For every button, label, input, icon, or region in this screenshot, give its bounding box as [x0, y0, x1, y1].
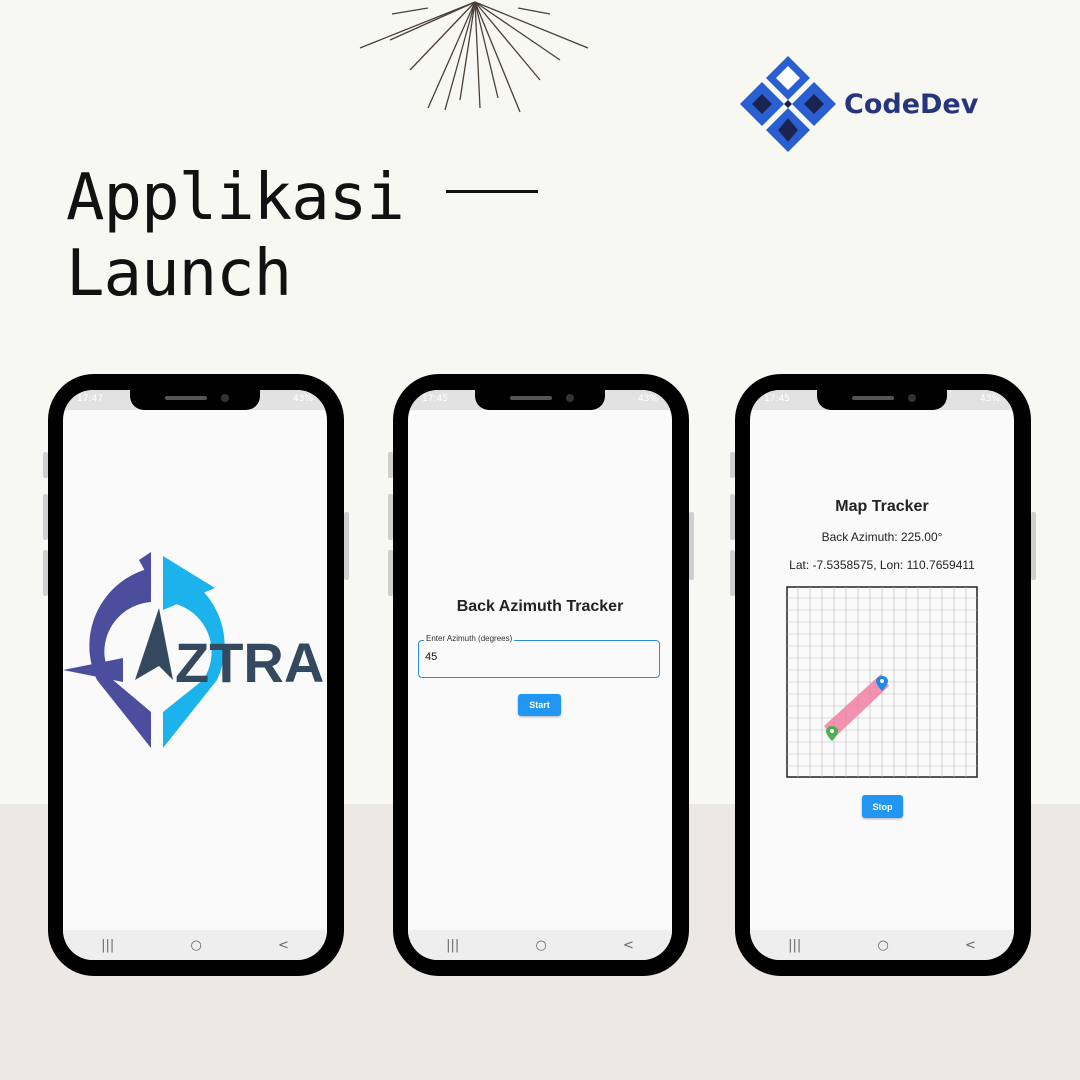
back-icon[interactable]: <: [278, 938, 289, 953]
home-icon[interactable]: ○: [535, 938, 546, 953]
start-button[interactable]: Start: [518, 694, 561, 716]
volume-button: [43, 550, 48, 596]
volume-button: [388, 550, 393, 596]
stop-button[interactable]: Stop: [862, 795, 903, 818]
page-title: Back Azimuth Tracker: [456, 598, 624, 615]
power-button: [1031, 512, 1036, 580]
nav-bar: ||| ○ <: [63, 930, 327, 960]
headline-line1: Applikasi: [66, 161, 405, 235]
volume-button: [730, 550, 735, 596]
aztra-logo: ZTRA: [63, 552, 324, 748]
phone-input: 17:45 43% Back Azimuth Tracker Enter Azi…: [388, 374, 694, 976]
screen: 17:45 43% Back Azimuth Tracker Enter Azi…: [408, 390, 672, 960]
screen: 17:47 43% ZTRA ||| ○ <: [63, 390, 327, 960]
nav-bar: ||| ○ <: [750, 930, 1014, 960]
headline-line2: Launch: [66, 237, 292, 311]
power-button: [689, 512, 694, 580]
codedev-logo-icon: [740, 56, 836, 152]
azimuth-field-label: Enter Azimuth (degrees): [424, 634, 515, 643]
status-time: 17:45: [422, 394, 448, 404]
volume-button: [730, 452, 735, 478]
recents-icon[interactable]: |||: [788, 938, 801, 953]
screen: 17:45 43% Map Tracker Back Azimuth: 225.…: [750, 390, 1014, 960]
sunburst-decoration: [359, 1, 589, 113]
recents-icon[interactable]: |||: [101, 938, 114, 953]
recents-icon[interactable]: |||: [446, 938, 459, 953]
notch: [475, 390, 605, 410]
map-grid[interactable]: [786, 586, 978, 778]
logo-text: ZTRA: [175, 631, 324, 694]
status-time: 17:45: [764, 394, 790, 404]
volume-button: [43, 452, 48, 478]
notch: [817, 390, 947, 410]
home-icon[interactable]: ○: [877, 938, 888, 953]
headline-dash: [445, 189, 538, 193]
status-battery: 43%: [292, 394, 313, 404]
brand-logo: CodeDev: [738, 54, 978, 154]
brand-name: CodeDev: [844, 88, 979, 120]
azimuth-input[interactable]: [425, 651, 645, 663]
back-azimuth-readout: Back Azimuth: 225.00°: [821, 530, 943, 544]
phone-splash: 17:47 43% ZTRA ||| ○ <: [43, 374, 349, 976]
back-icon[interactable]: <: [623, 938, 634, 953]
page-title: Map Tracker: [835, 498, 929, 515]
nav-bar: ||| ○ <: [408, 930, 672, 960]
notch: [130, 390, 260, 410]
status-time: 17:47: [77, 394, 103, 404]
status-battery: 43%: [637, 394, 658, 404]
volume-button: [43, 494, 48, 540]
azimuth-field[interactable]: Enter Azimuth (degrees): [418, 634, 660, 678]
phone-map: 17:45 43% Map Tracker Back Azimuth: 225.…: [730, 374, 1036, 976]
back-icon[interactable]: <: [965, 938, 976, 953]
coordinates-readout: Lat: -7.5358575, Lon: 110.7659411: [789, 558, 975, 572]
volume-button: [388, 494, 393, 540]
volume-button: [730, 494, 735, 540]
headline: Applikasi Launch: [66, 160, 538, 312]
volume-button: [388, 452, 393, 478]
home-icon[interactable]: ○: [190, 938, 201, 953]
status-battery: 43%: [979, 394, 1000, 404]
power-button: [344, 512, 349, 580]
